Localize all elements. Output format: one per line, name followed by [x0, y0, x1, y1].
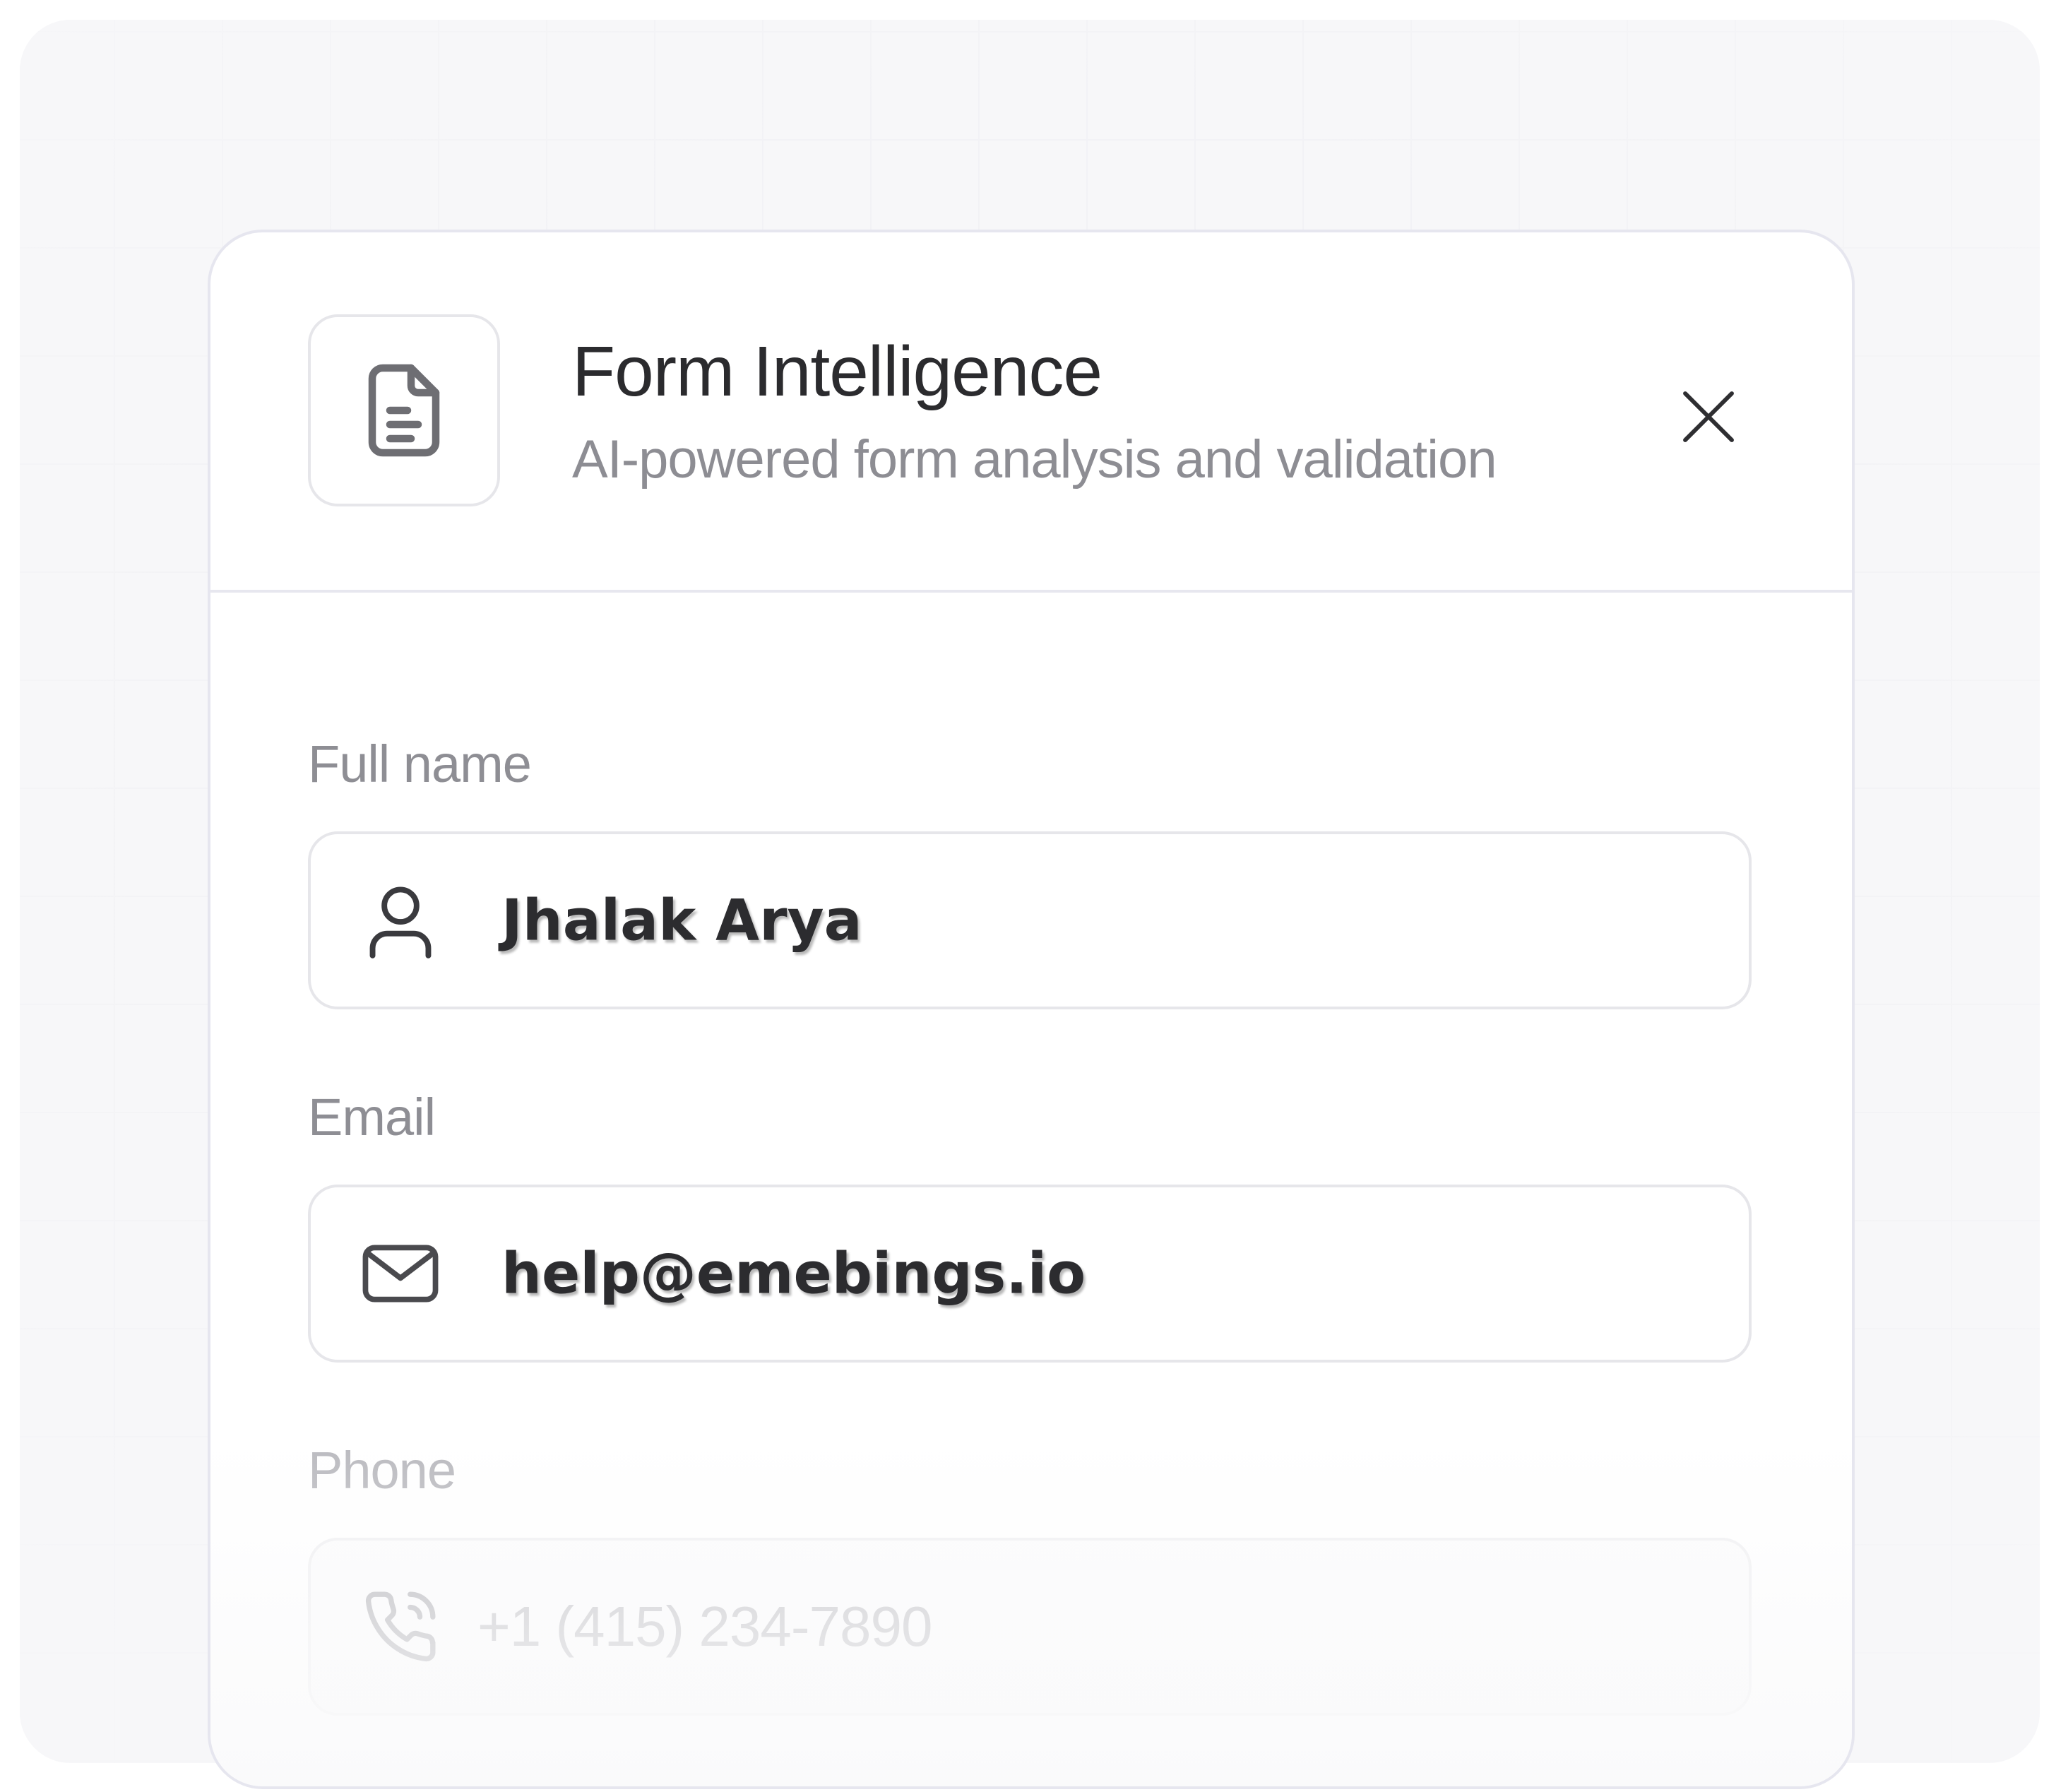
email-value: help@emebings.io — [501, 1240, 1086, 1307]
mail-icon — [355, 1228, 446, 1319]
full-name-label: Full name — [308, 735, 532, 793]
document-icon — [368, 364, 440, 457]
form-intelligence-dialog: Form Intelligence AI-powered form analys… — [208, 230, 1855, 1789]
dialog-header: Form Intelligence AI-powered form analys… — [210, 232, 1852, 593]
email-field[interactable]: help@emebings.io — [308, 1185, 1752, 1363]
phone-icon — [355, 1581, 446, 1673]
full-name-value: Jhalak Arya — [501, 887, 862, 954]
email-label: Email — [308, 1088, 436, 1146]
document-icon-tile — [308, 314, 500, 506]
dialog-title: Form Intelligence — [572, 332, 1103, 411]
user-icon — [355, 874, 446, 966]
dialog-subtitle: AI-powered form analysis and validation — [572, 429, 1497, 489]
phone-placeholder: +1 (415) 234-7890 — [477, 1595, 933, 1658]
phone-field[interactable]: +1 (415) 234-7890 — [308, 1538, 1752, 1716]
close-icon — [1683, 391, 1734, 442]
phone-label: Phone — [308, 1441, 456, 1500]
close-button[interactable] — [1670, 378, 1747, 456]
full-name-field[interactable]: Jhalak Arya — [308, 831, 1752, 1009]
